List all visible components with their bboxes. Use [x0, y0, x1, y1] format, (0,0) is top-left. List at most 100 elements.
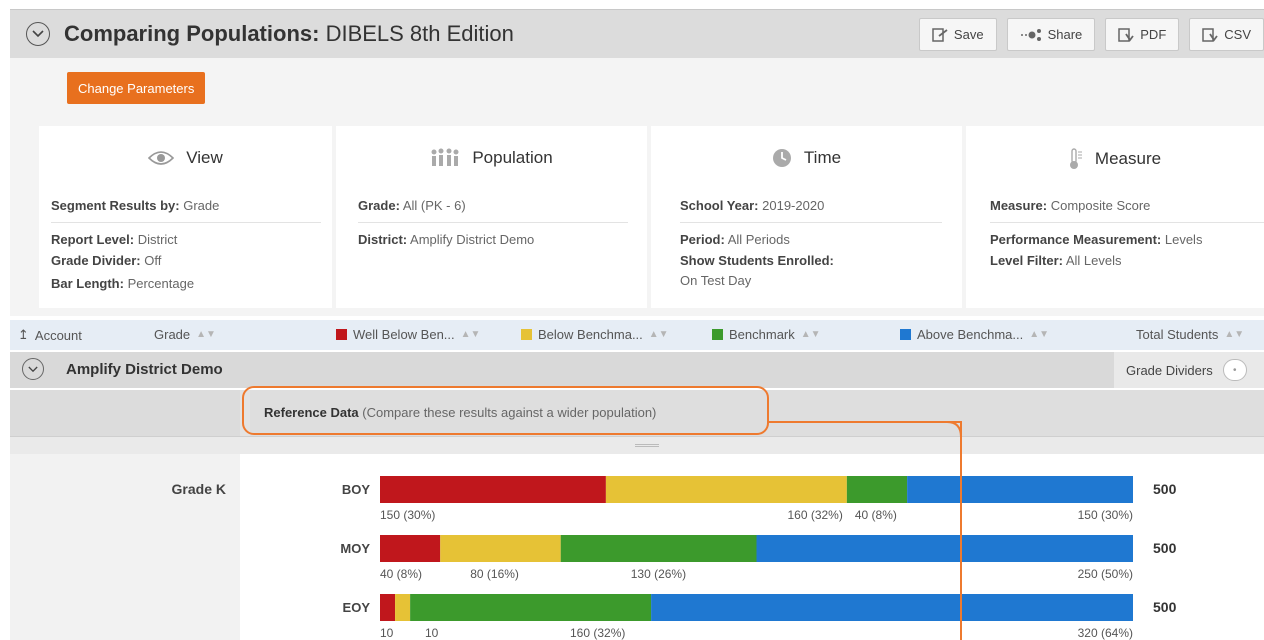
- sort-icon: ▲▼: [648, 329, 669, 340]
- above-column-header[interactable]: Above Benchma... ▲▼: [900, 327, 1049, 342]
- value-label-moy-0: 40 (8%): [380, 567, 422, 581]
- well-below-column-header[interactable]: Well Below Ben... ▲▼: [336, 327, 480, 342]
- share-icon: [1020, 28, 1041, 41]
- benchmark-column-header[interactable]: Benchmark ▲▼: [712, 327, 821, 342]
- school-year-line: School Year: 2019-2020: [680, 198, 825, 213]
- title-bold: Comparing Populations:: [64, 21, 320, 46]
- annotation-corner: [947, 421, 962, 437]
- period-label-eoy: EOY: [343, 600, 371, 615]
- resize-grip-icon: [635, 444, 659, 447]
- page-title: Comparing Populations: DIBELS 8th Editio…: [64, 21, 514, 47]
- clock-icon: [772, 149, 791, 167]
- grade-label: Grade: [154, 327, 191, 342]
- bar-segment-boy-1[interactable]: [605, 476, 847, 503]
- value-label-moy-3: 250 (50%): [1078, 567, 1133, 581]
- chart-area: Grade K BOY 150 (30%) 160 (32%) 40 (8%) 150 …: [10, 454, 1264, 640]
- benchmark-swatch: [712, 329, 723, 340]
- total-students-boy: 500: [1153, 481, 1177, 497]
- time-title: Time: [803, 148, 842, 167]
- time-panel: Time School Year: 2019-2020 Period: All …: [651, 126, 962, 308]
- district-line: District: Amplify District Demo: [358, 232, 535, 247]
- measure-panel: Measure Measure: Composite Score Perform…: [966, 126, 1264, 308]
- grade-dividers-control: Grade Dividers •: [1114, 352, 1264, 388]
- population-panel-heading: Population: [336, 148, 647, 168]
- bar-segment-eoy-1[interactable]: [395, 594, 411, 621]
- bar-segment-boy-2[interactable]: [846, 476, 908, 503]
- collapse-report-button[interactable]: [26, 22, 50, 46]
- divider: [680, 222, 942, 223]
- csv-button[interactable]: CSV: [1189, 18, 1264, 51]
- view-panel: View Segment Results by: Grade Report Le…: [39, 126, 332, 308]
- csv-icon: [1202, 27, 1218, 42]
- period-label-moy: MOY: [340, 541, 370, 556]
- bar-segment-boy-3[interactable]: [907, 476, 1133, 503]
- share-button[interactable]: Share: [1006, 18, 1096, 51]
- account-label: Account: [34, 327, 82, 343]
- view-panel-heading: View: [39, 148, 332, 168]
- reference-data-row: Reference Data (Compare these results ag…: [10, 390, 1264, 436]
- save-icon: [932, 27, 948, 42]
- sort-up-icon: ↥: [18, 327, 29, 342]
- csv-label: CSV: [1224, 27, 1251, 42]
- grade-line: Grade: All (PK - 6): [358, 198, 466, 213]
- collapse-group-button[interactable]: [22, 358, 44, 380]
- bar-segment-moy-0[interactable]: [380, 535, 441, 562]
- bar-segment-moy-1[interactable]: [440, 535, 561, 562]
- pdf-button[interactable]: PDF: [1105, 18, 1180, 51]
- sort-icon: ▲▼: [196, 329, 216, 340]
- bar-segment-eoy-3[interactable]: [651, 594, 1133, 621]
- bar-segment-moy-2[interactable]: [560, 535, 757, 562]
- pdf-label: PDF: [1140, 27, 1167, 42]
- performance-line: Performance Measurement: Levels: [990, 232, 1203, 247]
- value-label-boy-0: 150 (30%): [380, 508, 435, 522]
- bar-segment-eoy-2[interactable]: [410, 594, 652, 621]
- report-summary: View Segment Results by: Grade Report Le…: [10, 120, 1264, 316]
- value-label-eoy-3: 320 (64%): [1078, 626, 1133, 640]
- value-label-moy-1: 80 (16%): [470, 567, 519, 581]
- reference-data-text[interactable]: Reference Data (Compare these results ag…: [264, 405, 656, 420]
- below-swatch: [521, 329, 532, 340]
- grade-dividers-toggle[interactable]: •: [1222, 359, 1247, 381]
- title-rest: DIBELS 8th Edition: [319, 21, 514, 46]
- bar-segment-moy-3[interactable]: [756, 535, 1134, 562]
- above-label: Above Benchma...: [917, 327, 1024, 342]
- pdf-icon: [1118, 27, 1134, 42]
- measure-title: Measure: [1094, 149, 1162, 168]
- sort-icon: ▲▼: [1224, 329, 1245, 340]
- period-label-boy: BOY: [342, 482, 371, 497]
- report-level-line: Report Level: District: [51, 232, 178, 247]
- eye-icon: [148, 151, 175, 165]
- stacked-bar-chart: BOY 150 (30%) 160 (32%) 40 (8%) 150 (30%) 500…: [340, 476, 1177, 640]
- account-column-header[interactable]: ↥ Account: [18, 327, 82, 343]
- measure-panel-heading: Measure: [966, 148, 1264, 170]
- value-label-eoy-0: 10: [380, 626, 394, 640]
- bar-segment-boy-0[interactable]: [380, 476, 606, 503]
- bar-segment-eoy-0[interactable]: [380, 594, 396, 621]
- divider: [51, 222, 321, 223]
- period-line: Period: All Periods: [680, 232, 790, 247]
- toolbar: Save Share PDF CSV: [918, 18, 1264, 51]
- chevron-down-icon: [32, 30, 44, 38]
- total-students-column-header[interactable]: Total Students ▲▼: [1136, 327, 1244, 342]
- value-label-eoy-1: 10: [425, 626, 439, 640]
- change-parameters-button[interactable]: Change Parameters: [67, 72, 206, 104]
- value-label-eoy-2: 160 (32%): [570, 626, 625, 640]
- segment-by-line: Segment Results by: Grade: [51, 198, 220, 213]
- divider: [990, 222, 1264, 223]
- column-header: ↥ Account Grade ▲▼ Well Below Ben... ▲▼ Bel…: [10, 320, 1264, 350]
- well-below-swatch: [336, 329, 347, 340]
- resize-separator[interactable]: [10, 436, 1264, 454]
- value-label-boy-1: 160 (32%): [787, 508, 842, 522]
- below-column-header[interactable]: Below Benchma... ▲▼: [521, 327, 669, 342]
- grade-dividers-label: Grade Dividers: [1126, 362, 1213, 378]
- value-label-boy-2: 40 (8%): [855, 508, 897, 522]
- save-button[interactable]: Save: [918, 18, 997, 51]
- value-label-moy-2: 130 (26%): [631, 567, 686, 581]
- total-students-moy: 500: [1153, 540, 1177, 556]
- benchmark-label: Benchmark: [729, 327, 795, 342]
- grade-column-header[interactable]: Grade ▲▼: [154, 327, 216, 342]
- well-below-label: Well Below Ben...: [353, 327, 455, 342]
- population-panel: Population Grade: All (PK - 6) District:…: [336, 126, 647, 308]
- enrolled-line: Show Students Enrolled:: [680, 253, 834, 268]
- thermometer-icon: [1069, 148, 1082, 169]
